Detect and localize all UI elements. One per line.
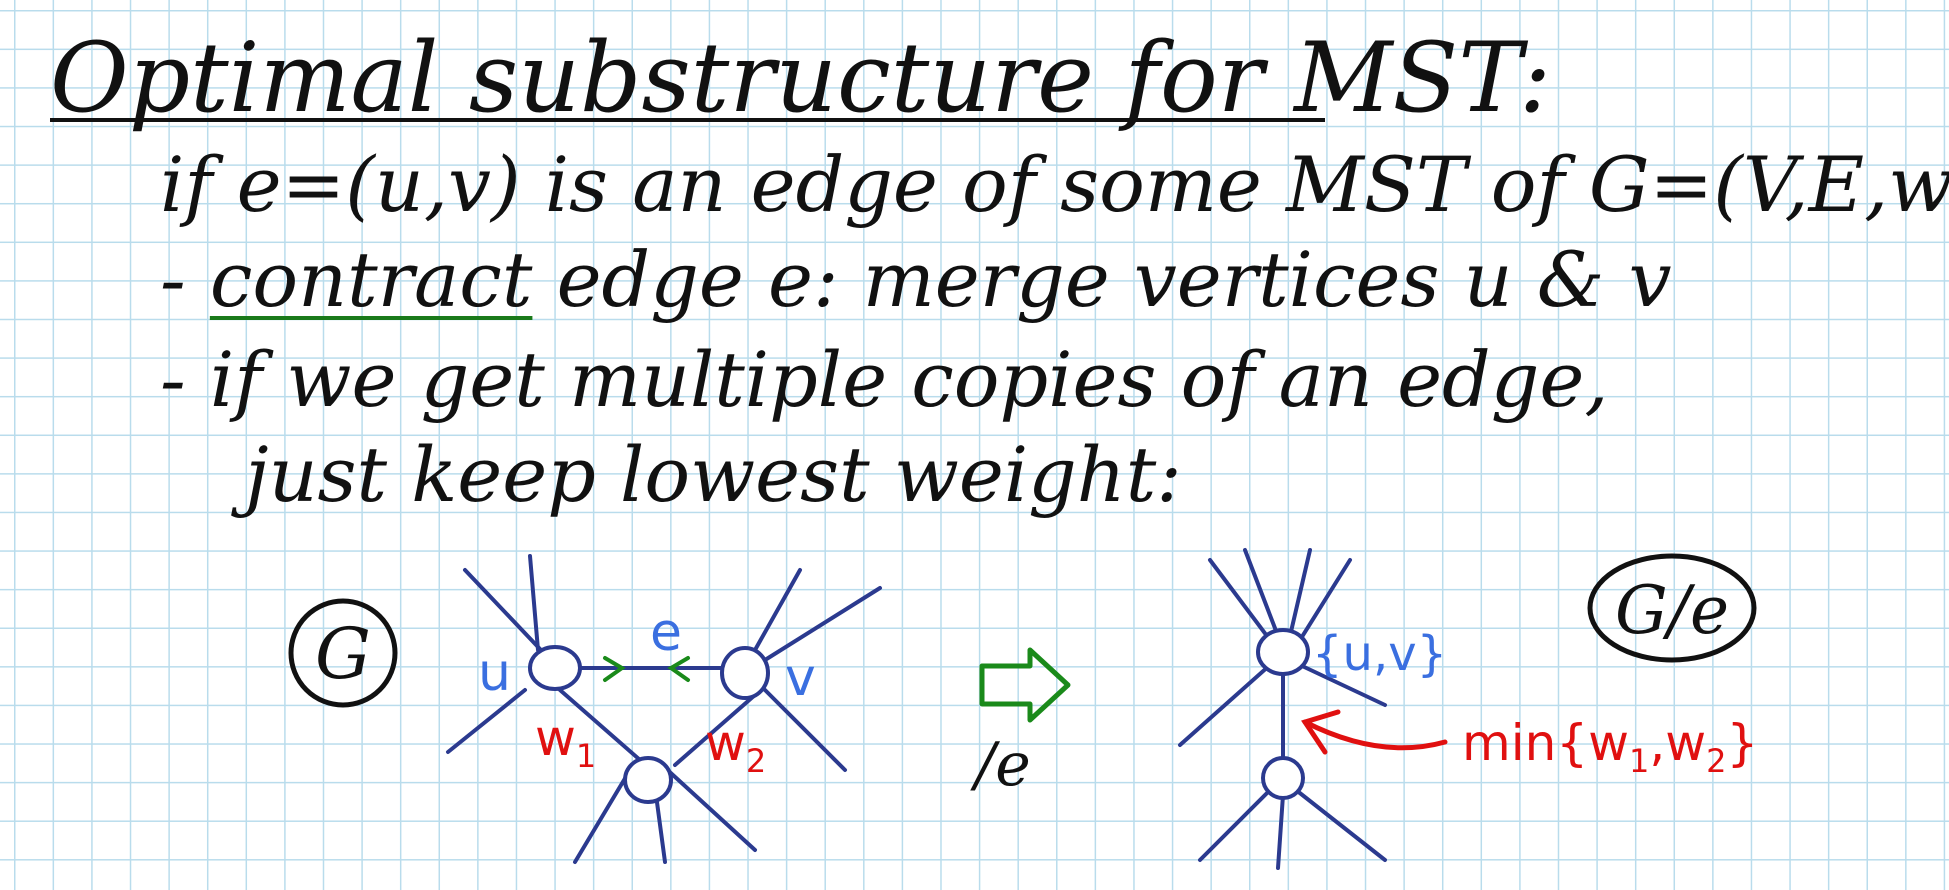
left-graph-label-text: G <box>315 613 371 695</box>
label-v: v <box>785 648 816 708</box>
node-bottom <box>623 756 673 804</box>
node-v <box>720 646 770 700</box>
node-uv <box>1256 628 1310 676</box>
contraction-diagram: G u e v w1 w2 /e {u,v} G/e min{w1,w2} <box>288 548 1758 870</box>
right-graph-edges <box>1178 548 1387 870</box>
merged-node-label: {u,v} <box>1312 626 1447 682</box>
label-e: e <box>650 603 682 663</box>
left-graph-label: G <box>288 598 398 708</box>
right-graph-label-text: G/e <box>1615 572 1729 649</box>
min-weight-label: min{w1,w2} <box>1462 714 1758 780</box>
label-w2: w2 <box>705 714 766 780</box>
contract-label: /e <box>970 730 1031 800</box>
left-graph-edges <box>446 554 882 864</box>
label-u: u <box>478 643 511 703</box>
label-w1: w1 <box>535 709 596 775</box>
min-weight-arrow-icon <box>1301 709 1448 755</box>
contract-arrow-icon <box>979 647 1071 723</box>
node-u <box>528 645 582 691</box>
node-bottom-right <box>1261 756 1305 800</box>
right-graph-label: G/e <box>1587 553 1757 663</box>
